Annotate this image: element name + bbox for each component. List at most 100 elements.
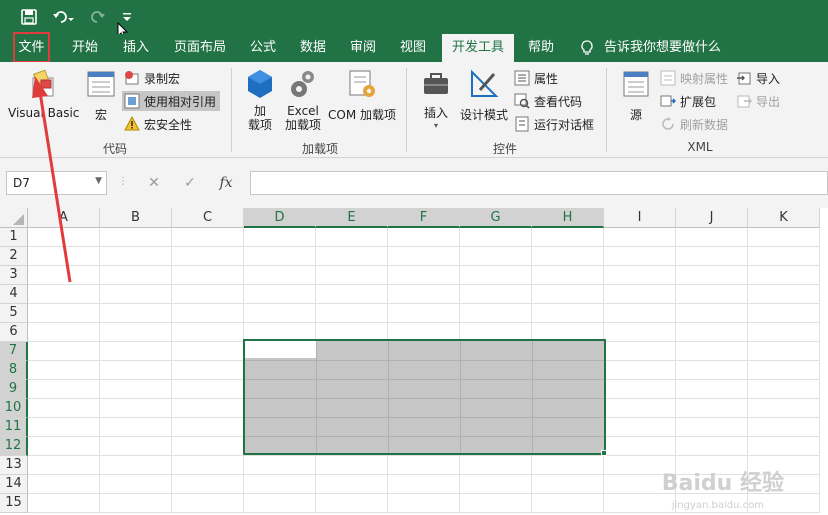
cell-f14[interactable] [388,475,460,494]
cancel-button[interactable]: ✕ [140,171,168,195]
tab-help[interactable]: 帮助 [518,34,564,62]
tab-view[interactable]: 视图 [390,34,436,62]
tell-me-box[interactable]: 告诉我你想要做什么 [604,34,724,62]
column-header-i[interactable]: I [604,208,676,228]
refresh-data-button[interactable]: 刷新数据 [660,114,728,134]
cell-k7[interactable] [748,342,820,361]
cell-c2[interactable] [172,247,244,266]
row-header-13[interactable]: 13 [0,456,28,475]
cell-g14[interactable] [460,475,532,494]
cell-f4[interactable] [388,285,460,304]
row-header-3[interactable]: 3 [0,266,28,285]
cell-a1[interactable] [28,228,100,247]
cell-i9[interactable] [604,380,676,399]
column-header-c[interactable]: C [172,208,244,228]
cell-b8[interactable] [100,361,172,380]
cell-b5[interactable] [100,304,172,323]
import-button[interactable]: 导入 [736,68,780,88]
row-header-12[interactable]: 12 [0,437,28,456]
row-header-4[interactable]: 4 [0,285,28,304]
cell-h2[interactable] [532,247,604,266]
cell-i7[interactable] [604,342,676,361]
cell-h14[interactable] [532,475,604,494]
cell-j12[interactable] [676,437,748,456]
cell-d5[interactable] [244,304,316,323]
cell-e3[interactable] [316,266,388,285]
cell-i10[interactable] [604,399,676,418]
cell-i12[interactable] [604,437,676,456]
cell-j5[interactable] [676,304,748,323]
cell-g13[interactable] [460,456,532,475]
cell-g2[interactable] [460,247,532,266]
cell-j9[interactable] [676,380,748,399]
insert-control-button[interactable]: 插入 ▾ [418,68,454,138]
cell-i1[interactable] [604,228,676,247]
name-box[interactable]: D7 ▼ [6,171,107,195]
tab-formulas[interactable]: 公式 [240,34,286,62]
cell-b1[interactable] [100,228,172,247]
cell-c1[interactable] [172,228,244,247]
cell-b10[interactable] [100,399,172,418]
row-header-14[interactable]: 14 [0,475,28,494]
cell-a11[interactable] [28,418,100,437]
cell-i11[interactable] [604,418,676,437]
design-mode-button[interactable]: 设计模式 [458,68,510,128]
cell-j2[interactable] [676,247,748,266]
cell-f13[interactable] [388,456,460,475]
row-header-6[interactable]: 6 [0,323,28,342]
cell-b4[interactable] [100,285,172,304]
map-properties-button[interactable]: 映射属性 [660,68,728,88]
cell-b6[interactable] [100,323,172,342]
cell-k12[interactable] [748,437,820,456]
cell-d2[interactable] [244,247,316,266]
cell-j7[interactable] [676,342,748,361]
cell-h5[interactable] [532,304,604,323]
row-header-2[interactable]: 2 [0,247,28,266]
select-all-corner[interactable] [0,208,28,228]
row-header-9[interactable]: 9 [0,380,28,399]
cell-a5[interactable] [28,304,100,323]
cell-a10[interactable] [28,399,100,418]
cell-b14[interactable] [100,475,172,494]
cell-c7[interactable] [172,342,244,361]
cell-k8[interactable] [748,361,820,380]
cell-f15[interactable] [388,494,460,513]
row-header-5[interactable]: 5 [0,304,28,323]
cell-a2[interactable] [28,247,100,266]
cell-b9[interactable] [100,380,172,399]
cell-j1[interactable] [676,228,748,247]
tab-developer[interactable]: 开发工具 [442,34,514,62]
cell-f2[interactable] [388,247,460,266]
cell-j6[interactable] [676,323,748,342]
cell-a12[interactable] [28,437,100,456]
cell-a7[interactable] [28,342,100,361]
cell-d4[interactable] [244,285,316,304]
cell-e4[interactable] [316,285,388,304]
cell-j4[interactable] [676,285,748,304]
cell-a6[interactable] [28,323,100,342]
cell-h1[interactable] [532,228,604,247]
row-header-11[interactable]: 11 [0,418,28,437]
cell-i5[interactable] [604,304,676,323]
run-dialog-button[interactable]: 运行对话框 [514,114,594,134]
cell-g1[interactable] [460,228,532,247]
tab-review[interactable]: 审阅 [340,34,386,62]
cell-c10[interactable] [172,399,244,418]
cell-j11[interactable] [676,418,748,437]
insert-function-button[interactable]: fx [212,171,240,195]
cell-c9[interactable] [172,380,244,399]
cell-d1[interactable] [244,228,316,247]
cell-h15[interactable] [532,494,604,513]
cell-c13[interactable] [172,456,244,475]
cell-d3[interactable] [244,266,316,285]
tab-insert[interactable]: 插入 [113,34,159,62]
chevron-down-icon[interactable]: ▼ [95,176,102,186]
enter-button[interactable]: ✓ [176,171,204,195]
excel-addins-button[interactable]: Excel 加载项 [282,68,324,138]
cell-c11[interactable] [172,418,244,437]
cell-h3[interactable] [532,266,604,285]
column-header-h[interactable]: H [532,208,604,228]
column-header-f[interactable]: F [388,208,460,228]
cell-k4[interactable] [748,285,820,304]
cell-b7[interactable] [100,342,172,361]
